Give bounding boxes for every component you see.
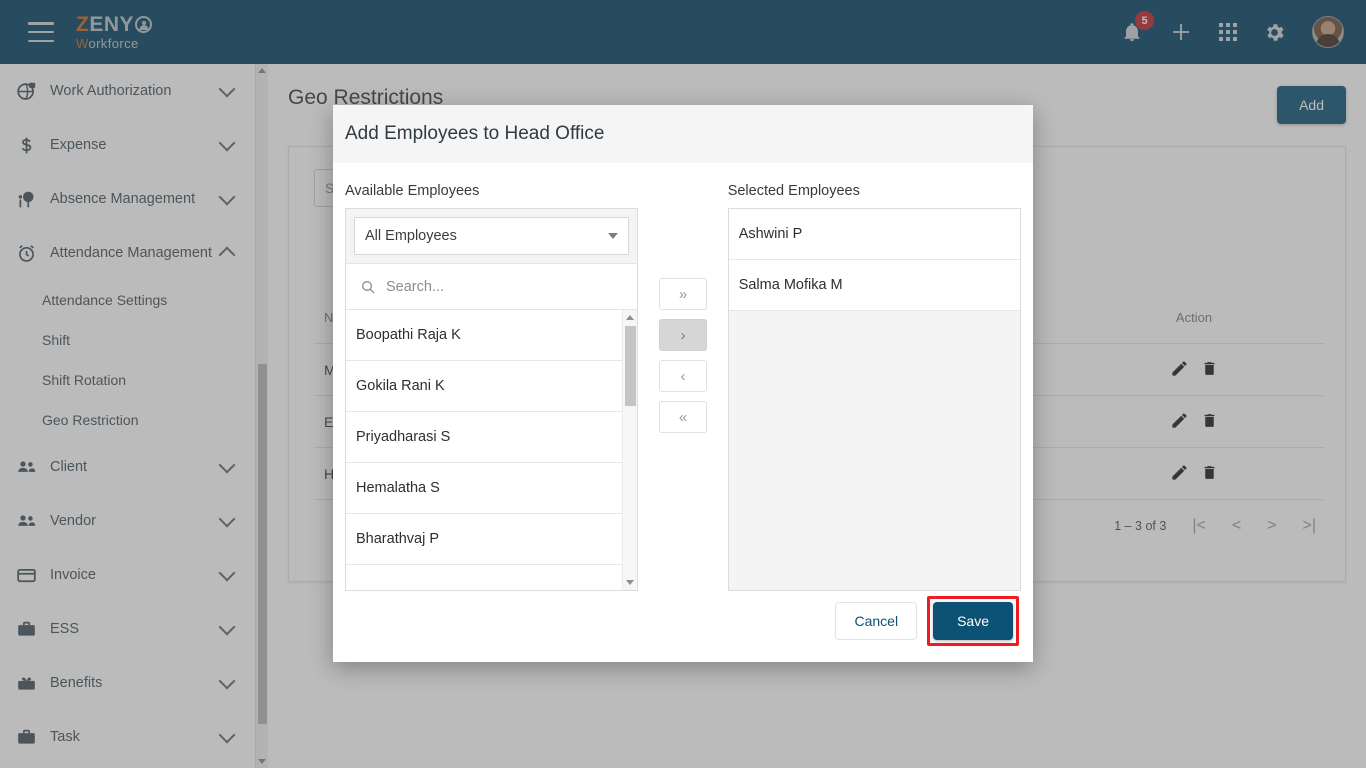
move-right-button[interactable]: › bbox=[659, 319, 707, 351]
list-item[interactable]: Hemalatha S bbox=[346, 463, 638, 514]
available-employees-box: All Employees Search... Boopathi Raja K … bbox=[345, 208, 639, 591]
add-employees-modal: Add Employees to Head Office Available E… bbox=[333, 105, 1033, 662]
employee-search-row[interactable]: Search... bbox=[346, 264, 638, 310]
scroll-up-arrow-icon[interactable] bbox=[626, 315, 635, 320]
selected-employees-list[interactable]: Ashwini P Salma Mofika M bbox=[727, 208, 1022, 591]
modal-body: Available Employees All Employees Search… bbox=[333, 163, 1033, 591]
modal-title: Add Employees to Head Office bbox=[345, 123, 605, 144]
modal-footer: Cancel Save bbox=[835, 596, 1019, 646]
modal-header: Add Employees to Head Office bbox=[333, 105, 1033, 163]
transfer-buttons: » › ‹ « bbox=[638, 183, 727, 591]
move-all-left-button[interactable]: « bbox=[659, 401, 707, 433]
available-employees-panel: Available Employees All Employees Search… bbox=[345, 183, 639, 591]
selected-employees-label: Selected Employees bbox=[727, 183, 860, 199]
search-icon bbox=[360, 279, 376, 295]
cancel-button[interactable]: Cancel bbox=[835, 602, 918, 640]
move-all-right-button[interactable]: » bbox=[659, 278, 707, 310]
save-button-highlight: Save bbox=[927, 596, 1019, 646]
available-employees-label: Available Employees bbox=[345, 183, 480, 199]
available-list-scrollbar-thumb[interactable] bbox=[625, 326, 637, 406]
employee-filter-select[interactable]: All Employees bbox=[354, 217, 630, 255]
chevron-down-icon bbox=[608, 233, 619, 239]
move-left-button[interactable]: ‹ bbox=[659, 360, 707, 392]
selected-employees-panel: Selected Employees Ashwini P Salma Mofik… bbox=[727, 183, 1022, 591]
list-item[interactable]: Boopathi Raja K bbox=[346, 310, 638, 361]
scroll-down-arrow-icon[interactable] bbox=[626, 580, 635, 585]
employee-filter-band: All Employees bbox=[346, 209, 638, 264]
list-item[interactable]: Bharathvaj P bbox=[346, 514, 638, 565]
list-item[interactable]: Gokila Rani K bbox=[346, 361, 638, 412]
save-button[interactable]: Save bbox=[933, 602, 1013, 640]
employee-filter-value: All Employees bbox=[365, 228, 457, 244]
available-list-scrollbar[interactable] bbox=[622, 310, 638, 590]
available-employees-list[interactable]: Boopathi Raja K Gokila Rani K Priyadhara… bbox=[346, 310, 638, 590]
list-item[interactable]: Priyadharasi S bbox=[346, 412, 638, 463]
list-item[interactable]: Salma Mofika M bbox=[728, 260, 1021, 311]
employee-search-placeholder: Search... bbox=[386, 278, 445, 295]
list-item[interactable]: Ashwini P bbox=[728, 209, 1021, 260]
